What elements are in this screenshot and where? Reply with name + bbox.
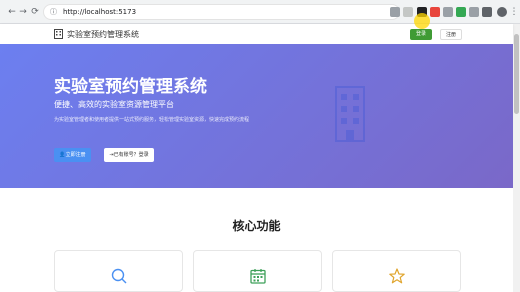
cursor-highlight	[414, 13, 430, 29]
profile-avatar-icon[interactable]	[497, 7, 507, 17]
calendar-icon	[250, 269, 266, 284]
register-now-label: 立即注册	[65, 152, 86, 158]
existing-account-login-button[interactable]: ⇥已有账号？登录	[104, 148, 154, 162]
building-illustration-icon	[335, 86, 365, 142]
hero-description: 为实验室管理者和使用者提供一站式预约服务，轻松管理实验室资源，快速完成预约流程	[54, 117, 250, 123]
feature-card-search[interactable]	[54, 250, 183, 292]
brand-name: 实验室预约管理系统	[67, 29, 139, 39]
extension-icon[interactable]	[469, 7, 479, 17]
features-title: 核心功能	[232, 219, 281, 233]
scrollbar-thumb[interactable]	[514, 34, 519, 114]
address-bar[interactable]: ⓘ http://localhost:5173	[43, 4, 400, 20]
hero-subtitle: 便捷、高效的实验室资源管理平台	[54, 100, 174, 109]
site-info-icon[interactable]: ⓘ	[50, 8, 59, 17]
feature-card-calendar[interactable]	[193, 250, 322, 292]
extension-icon[interactable]	[456, 7, 466, 17]
feature-card-favorite[interactable]	[332, 250, 461, 292]
page-scrollbar[interactable]	[513, 24, 520, 292]
site-header: 实验室预约管理系统 登录 注册	[0, 24, 513, 44]
browser-toolbar: ← → ⟳ ⓘ http://localhost:5173 ⋮	[0, 0, 520, 24]
hero-section: 实验室预约管理系统 便捷、高效的实验室资源管理平台 为实验室管理者和使用者提供一…	[0, 44, 513, 188]
existing-account-login-label: 已有账号？登录	[113, 152, 149, 158]
register-now-button[interactable]: 👤立即注册	[54, 148, 91, 162]
reload-icon[interactable]: ⟳	[29, 6, 41, 18]
extension-icon[interactable]	[430, 7, 440, 17]
building-icon	[54, 29, 63, 39]
hero-title: 实验室预约管理系统	[54, 77, 207, 97]
extensions-puzzle-icon[interactable]	[482, 7, 492, 17]
translate-icon[interactable]	[390, 7, 400, 17]
star-icon	[389, 268, 405, 284]
register-button[interactable]: 注册	[440, 29, 462, 40]
forward-arrow-icon[interactable]: →	[17, 6, 29, 18]
search-icon	[111, 268, 127, 284]
bookmark-star-icon[interactable]	[403, 7, 413, 17]
menu-dots-icon[interactable]: ⋮	[508, 6, 520, 18]
address-url[interactable]: http://localhost:5173	[63, 6, 136, 19]
extension-icon[interactable]	[443, 7, 453, 17]
brand[interactable]: 实验室预约管理系统	[54, 28, 139, 40]
login-button[interactable]: 登录	[410, 29, 432, 40]
